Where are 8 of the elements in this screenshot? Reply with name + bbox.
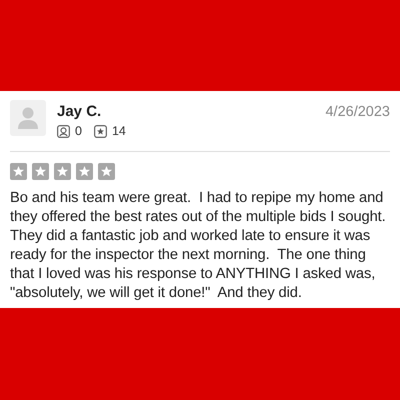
review-count: 14 [112, 124, 126, 138]
friend-count: 0 [75, 124, 82, 138]
author-name: Jay C. [57, 103, 102, 120]
review-text: Bo and his team were great. I had to repipe my home and they offered the best rates out of the multiple bids I sought. They did a fantastic job and worked late to ensure it was ready for the inspector the next morning. The one thing that I loved was his response to ANYTHING I asked was, "absolutely, we will get it done!" And they did. [10, 189, 386, 303]
avatar-icon [10, 100, 46, 136]
friends-icon [57, 124, 70, 138]
star-icon [94, 124, 107, 138]
review-date: 4/26/2023 [325, 104, 390, 120]
